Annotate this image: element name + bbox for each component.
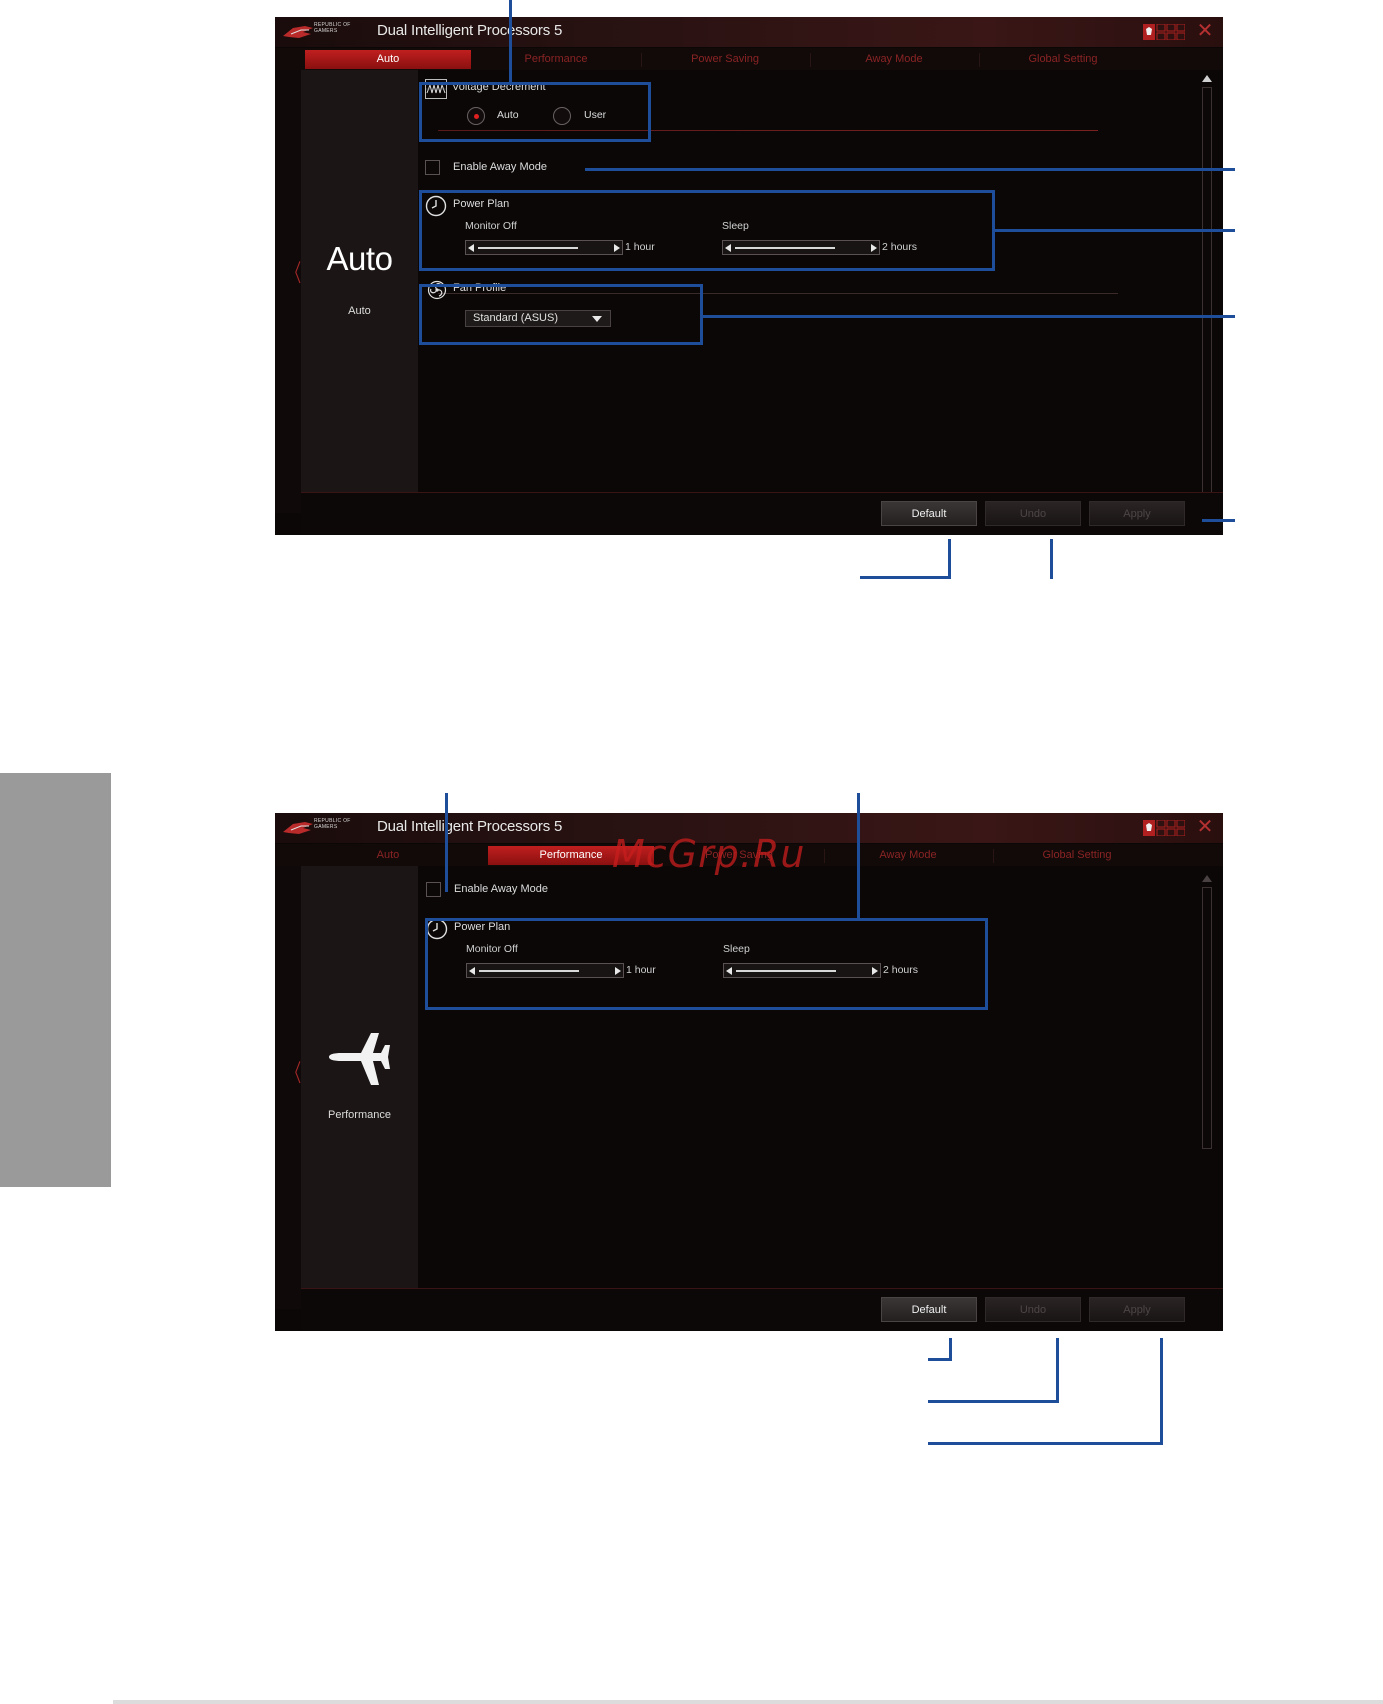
chevron-left-icon[interactable]: 〈 (287, 253, 301, 288)
callout-line (1202, 519, 1235, 522)
undo-button[interactable]: Undo (985, 1297, 1081, 1322)
callout-line (948, 539, 951, 579)
callout-line (1056, 1338, 1059, 1403)
mode-tab-bar: Auto Performance Power Saving Away Mode … (275, 48, 1223, 70)
tab-away-mode[interactable]: Away Mode (825, 846, 991, 865)
watermark: McGrp.Ru (612, 832, 806, 876)
enable-away-mode-label: Enable Away Mode (454, 883, 548, 895)
scroll-up-icon[interactable] (1202, 75, 1212, 82)
left-nav-strip: 〈 (275, 70, 301, 513)
callout-box-voltage (419, 82, 651, 142)
callout-line (857, 793, 860, 920)
app-window-performance: REPUBLIC OF GAMERS Dual Intelligent Proc… (275, 813, 1223, 1331)
enable-away-mode-label: Enable Away Mode (453, 161, 547, 173)
callout-line (702, 315, 1235, 318)
window-title: Dual Intelligent Processors 5 (377, 818, 563, 835)
mode-subtitle: Auto (348, 305, 371, 317)
default-button[interactable]: Default (881, 1297, 977, 1322)
callout-line (928, 1442, 1163, 1445)
page-bottom-rule (113, 1700, 1383, 1704)
rog-logo-text: REPUBLIC OF GAMERS (314, 22, 351, 34)
mode-panel: Auto Auto (301, 70, 418, 513)
tab-performance[interactable]: Performance (473, 50, 639, 69)
callout-line (585, 168, 1235, 171)
tab-global-setting[interactable]: Global Setting (994, 846, 1160, 865)
chevron-left-icon[interactable]: 〈 (287, 1053, 301, 1088)
callout-box-fan-profile (419, 284, 703, 345)
mode-panel: Performance (301, 866, 418, 1309)
scroll-track[interactable] (1202, 887, 1212, 1149)
enable-away-mode-checkbox[interactable] (426, 882, 441, 897)
callout-line (509, 0, 512, 83)
window-view-switch-icon[interactable] (1143, 24, 1185, 40)
callout-line (445, 793, 448, 892)
callout-line (994, 229, 1235, 232)
chapter-side-tab (0, 773, 111, 1187)
tab-global-setting[interactable]: Global Setting (980, 50, 1146, 69)
callout-line (1160, 1338, 1163, 1445)
tab-away-mode[interactable]: Away Mode (811, 50, 977, 69)
close-icon[interactable]: ✕ (1195, 20, 1215, 42)
app-window-auto: REPUBLIC OF GAMERS Dual Intelligent Proc… (275, 17, 1223, 535)
callout-line (928, 1358, 952, 1361)
tab-power-saving[interactable]: Power Saving (642, 50, 808, 69)
left-nav-strip: 〈 (275, 866, 301, 1309)
default-button[interactable]: Default (881, 501, 977, 526)
vertical-scrollbar[interactable] (1199, 873, 1215, 1307)
window-view-switch-icon[interactable] (1143, 820, 1185, 836)
enable-away-mode-checkbox[interactable] (425, 160, 440, 175)
scroll-track[interactable] (1202, 87, 1212, 493)
action-bar: Default Undo Apply (301, 492, 1223, 535)
undo-button[interactable]: Undo (985, 501, 1081, 526)
mode-subtitle: Performance (328, 1109, 391, 1121)
callout-box-power-plan (425, 918, 988, 1010)
title-bar: REPUBLIC OF GAMERS Dual Intelligent Proc… (275, 17, 1223, 47)
apply-button[interactable]: Apply (1089, 1297, 1185, 1322)
vertical-scrollbar[interactable] (1199, 73, 1215, 507)
action-bar: Default Undo Apply (301, 1288, 1223, 1331)
rog-logo-text: REPUBLIC OF GAMERS (314, 818, 351, 830)
window-title: Dual Intelligent Processors 5 (377, 22, 563, 39)
mode-title: Auto (326, 240, 393, 277)
apply-button[interactable]: Apply (1089, 501, 1185, 526)
callout-line (1050, 539, 1053, 579)
callout-line (860, 576, 951, 579)
airplane-icon (329, 1033, 390, 1085)
scroll-up-icon[interactable] (1202, 875, 1212, 882)
callout-box-power-plan (419, 190, 995, 271)
close-icon[interactable]: ✕ (1195, 816, 1215, 838)
tab-auto[interactable]: Auto (305, 50, 471, 69)
callout-line (928, 1400, 1059, 1403)
